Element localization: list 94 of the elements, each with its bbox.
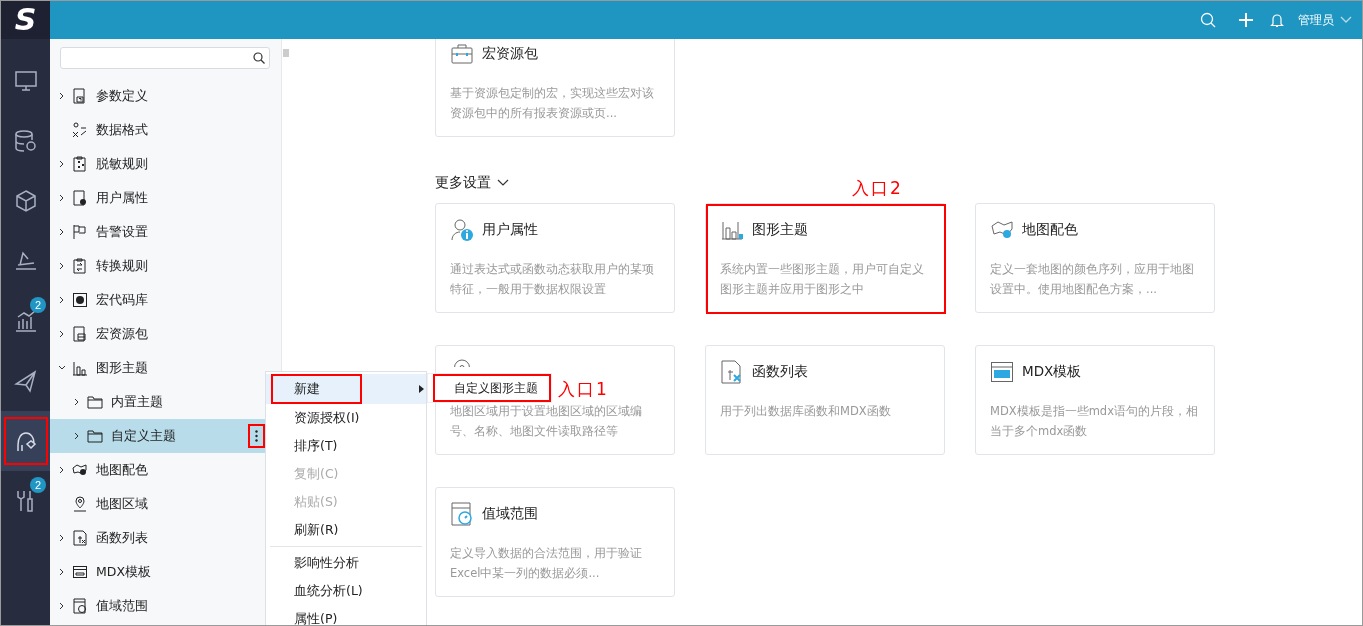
- callout-label: 入口1: [558, 378, 609, 401]
- tree-item-label: 数据格式: [96, 121, 148, 139]
- grip-icon: [283, 49, 289, 57]
- settings-card[interactable]: MDX模板 MDX模板是指一些mdx语句的片段，相当于多个mdx函数: [975, 345, 1215, 455]
- card-title: 地图配色: [1022, 221, 1078, 239]
- card-description: 用于列出数据库函数和MDX函数: [720, 403, 892, 420]
- user-info-icon: [450, 218, 474, 242]
- tree-item-label: 宏代码库: [96, 291, 148, 309]
- tree-item[interactable]: 脱敏规则: [50, 147, 282, 181]
- tree-item[interactable]: 数据格式: [50, 113, 282, 147]
- add-button[interactable]: [1238, 12, 1254, 28]
- settings-card[interactable]: 值域范围 定义导入数据的合法范围，用于验证Excel中某一列的数据必须...: [435, 487, 675, 597]
- tree-item-label: 宏资源包: [96, 325, 148, 343]
- card-description: 定义导入数据的合法范围，用于验证Excel中某一列的数据必须...: [450, 545, 643, 582]
- paper-plane-icon: [13, 369, 38, 393]
- tree-item-label: 值域范围: [96, 597, 148, 615]
- chevron-down-icon: [497, 179, 509, 187]
- function-icon: [720, 360, 744, 384]
- tree-item[interactable]: 参数定义: [50, 79, 282, 113]
- clipboard-icon: [72, 156, 88, 172]
- bar-chart-icon: [72, 360, 88, 376]
- tree-item-label: 内置主题: [111, 393, 163, 411]
- settings-card[interactable]: 宏资源包 基于资源包定制的宏，实现这些宏对该资源包中的所有报表资源或页...: [435, 39, 675, 137]
- tree-item[interactable]: 转换规则: [50, 249, 282, 283]
- card-title: 宏资源包: [482, 45, 538, 63]
- chevron-down-icon: [1340, 16, 1352, 24]
- function-icon: [72, 530, 88, 546]
- database-gear-icon: [13, 129, 38, 153]
- tree-item-label: 自定义主题: [111, 427, 176, 445]
- tree-item-label: 转换规则: [96, 257, 148, 275]
- more-icon: [255, 430, 258, 442]
- folder-icon: [87, 394, 103, 410]
- settings-card[interactable]: 用户属性 通过表达式或函数动态获取用户的某项特征，一般用于数据权限设置: [435, 203, 675, 313]
- count-badge: 2: [30, 477, 46, 493]
- card-title: 值域范围: [482, 505, 538, 523]
- percent-icon: [72, 122, 88, 138]
- monitor-icon: [13, 69, 38, 93]
- stopwatch-icon: [72, 598, 88, 614]
- map-icon: [72, 462, 88, 478]
- card-description: 通过表达式或函数动态获取用户的某项特征，一般用于数据权限设置: [450, 261, 655, 298]
- bell-icon: [1270, 12, 1284, 28]
- notification-button[interactable]: [1270, 12, 1284, 28]
- tree-item-label: 参数定义: [96, 87, 148, 105]
- sidebar-item[interactable]: [1, 411, 50, 471]
- count-badge: 2: [30, 297, 46, 313]
- mdx-icon: [990, 360, 1014, 384]
- tree-item-label: 地图配色: [96, 461, 148, 479]
- record-icon: [72, 292, 88, 308]
- tree-item-label: 函数列表: [96, 529, 148, 547]
- mdx-icon: [72, 564, 88, 580]
- tree-item[interactable]: 宏代码库: [50, 283, 282, 317]
- bar-chart-icon: [13, 309, 38, 333]
- search-button[interactable]: [1200, 12, 1216, 28]
- flag-icon: [72, 224, 88, 240]
- section-toggle[interactable]: 更多设置: [435, 175, 509, 191]
- tree-item-label: 脱敏规则: [96, 155, 148, 173]
- search-icon: [253, 52, 265, 64]
- callout-label: 入口2: [852, 177, 903, 200]
- clipboard-icon: [72, 258, 88, 274]
- search-field[interactable]: [60, 47, 270, 69]
- tree-item-label: MDX模板: [96, 563, 151, 581]
- document-icon: [72, 88, 88, 104]
- card-description: 基于资源包定制的宏，实现这些宏对该资源包中的所有报表资源或页...: [450, 85, 655, 122]
- tree-item[interactable]: 告警设置: [50, 215, 282, 249]
- stopwatch-icon: [450, 502, 474, 526]
- tree-item[interactable]: 用户属性: [50, 181, 282, 215]
- search-icon: [1200, 12, 1216, 28]
- map-pin-icon: [72, 496, 88, 512]
- folder-icon: [87, 428, 103, 444]
- settings-card[interactable]: 地图配色 定义一套地图的颜色序列，应用于地图设置中。使用地图配色方案，...: [975, 203, 1215, 313]
- document-user-icon: [72, 190, 88, 206]
- plus-icon: [1238, 12, 1254, 28]
- card-description: MDX模板是指一些mdx语句的片段，相当于多个mdx函数: [990, 403, 1199, 440]
- settings-card[interactable]: 函数列表 用于列出数据库函数和MDX函数: [705, 345, 945, 455]
- tree-item[interactable]: 宏资源包: [50, 317, 282, 351]
- card-description: 定义一套地图的颜色序列，应用于地图设置中。使用地图配色方案，...: [990, 261, 1195, 298]
- card-title: 图形主题: [752, 221, 808, 239]
- document-icon: [72, 326, 88, 342]
- card-title: 用户属性: [482, 221, 538, 239]
- tree-item-label: 用户属性: [96, 189, 148, 207]
- logo: S: [14, 5, 37, 35]
- drafting-icon: [13, 249, 38, 273]
- more-button[interactable]: [248, 424, 265, 448]
- card-description: 地图区域用于设置地图区域的区域编号、名称、地图文件读取路径等: [450, 403, 643, 440]
- briefcase-icon: [450, 42, 474, 66]
- tree-item-label: 图形主题: [96, 359, 148, 377]
- tree-item-label: 地图区域: [96, 495, 148, 513]
- card-description: 系统内置一些图形主题，用户可自定义图形主题并应用于图形之中: [720, 261, 925, 298]
- cube-icon: [13, 189, 38, 213]
- menu-item[interactable]: 新建: [266, 374, 426, 404]
- tree-item-label: 告警设置: [96, 223, 148, 241]
- card-title: 函数列表: [752, 363, 808, 381]
- card-title: MDX模板: [1022, 363, 1082, 381]
- submenu-arrow-icon: [419, 385, 424, 393]
